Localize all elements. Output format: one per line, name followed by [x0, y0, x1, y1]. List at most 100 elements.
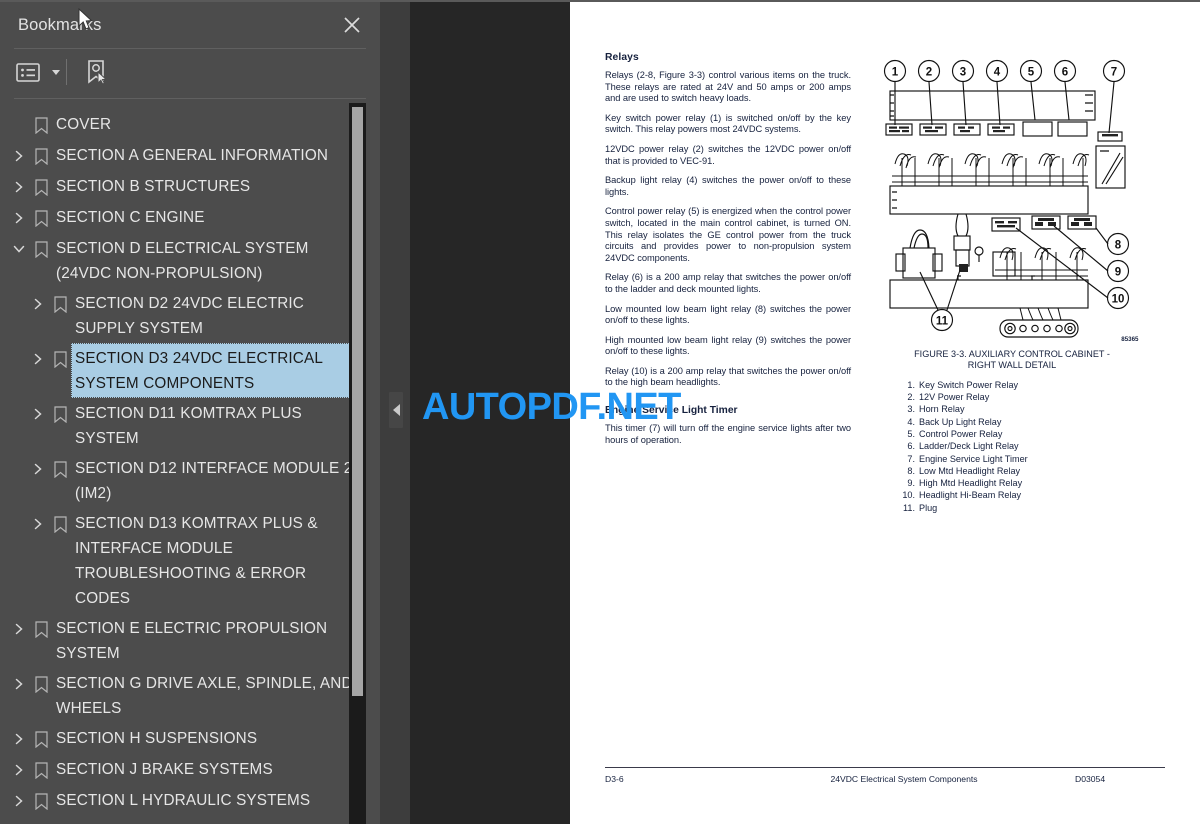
legend-label: Headlight Hi-Beam Relay — [919, 490, 1022, 501]
legend-label: 12V Power Relay — [919, 392, 990, 403]
svg-text:5: 5 — [1027, 67, 1034, 79]
body-paragraph: 12VDC power relay (2) switches the 12VDC… — [605, 143, 851, 166]
legend-number: 9. — [907, 478, 915, 489]
bookmarks-scrollbar[interactable] — [349, 103, 366, 824]
bookmark-item[interactable]: SECTION D3 24VDC ELECTRICAL SYSTEM COMPO… — [0, 343, 366, 398]
legend-number: 11. — [903, 502, 915, 513]
legend-item: 5. Control Power Relay — [898, 428, 1162, 440]
bookmarks-tree[interactable]: COVER SECTION A GENERAL INFORMATION SECTIO… — [0, 103, 366, 824]
figure-caption-line1: FIGURE 3-3. AUXILIARY CONTROL CABINET - — [914, 349, 1110, 359]
relays-paragraphs: Relays (2-8, Figure 3-3) control various… — [605, 70, 851, 389]
bookmark-item[interactable]: SECTION A GENERAL INFORMATION — [0, 140, 366, 171]
legend-label: Plug — [919, 502, 938, 513]
toolbar-divider — [66, 59, 67, 85]
figure-caption: FIGURE 3-3. AUXILIARY CONTROL CABINET - … — [862, 349, 1162, 372]
bookmarks-scrollbar-thumb[interactable] — [352, 107, 363, 696]
bookmark-icon — [30, 669, 52, 699]
bookmark-label: SECTION A GENERAL INFORMATION — [56, 147, 329, 164]
bookmark-icon — [49, 344, 71, 374]
chevron-right-icon[interactable] — [8, 786, 30, 816]
bookmark-item[interactable]: SECTION M OPTIONS AND SPECIAL TOOLS — [0, 816, 366, 824]
svg-text:4: 4 — [993, 67, 1000, 79]
bookmark-label: SECTION E ELECTRIC PROPULSION SYSTEM — [56, 620, 328, 662]
chevron-right-icon[interactable] — [27, 509, 49, 539]
toolbar-bottom-divider — [14, 98, 368, 99]
legend-number: 5. — [907, 429, 915, 439]
legend-item: 4. Back Up Light Relay — [898, 416, 1162, 428]
panel-title: Bookmarks — [18, 15, 102, 34]
bookmark-icon — [49, 289, 71, 319]
new-bookmark-icon[interactable] — [79, 56, 113, 88]
chevron-right-icon[interactable] — [8, 755, 30, 785]
bookmark-label: COVER — [56, 116, 112, 133]
chevron-right-icon[interactable] — [8, 172, 30, 202]
chevron-right-icon[interactable] — [8, 724, 30, 754]
bookmark-item[interactable]: SECTION D2 24VDC ELECTRIC SUPPLY SYSTEM — [0, 288, 366, 343]
legend-item: 6. Ladder/Deck Light Relay — [898, 440, 1162, 452]
legend-number: 3. — [907, 404, 915, 415]
chevron-right-icon[interactable] — [27, 399, 49, 429]
svg-text:2: 2 — [925, 67, 931, 79]
bookmark-label: SECTION B STRUCTURES — [56, 178, 251, 195]
legend-item: 9. High Mtd Headlight Relay — [898, 477, 1162, 489]
triangle-left-icon — [392, 404, 400, 416]
bookmark-icon — [49, 399, 71, 429]
chevron-right-icon[interactable] — [8, 817, 30, 824]
svg-text:1: 1 — [891, 67, 898, 79]
bookmark-icon — [30, 724, 52, 754]
chevron-right-icon[interactable] — [8, 203, 30, 233]
legend-label: Horn Relay — [919, 404, 965, 415]
bookmark-item[interactable]: SECTION L HYDRAULIC SYSTEMS — [0, 785, 366, 816]
legend-number: 6. — [907, 441, 915, 452]
bookmark-label: SECTION D11 KOMTRAX PLUS SYSTEM — [75, 405, 302, 447]
bookmarks-panel: Bookmarks COVER SECTION A GENERAL INFORM… — [0, 0, 380, 824]
chevron-right-icon[interactable] — [8, 614, 30, 644]
bookmark-item[interactable]: SECTION D11 KOMTRAX PLUS SYSTEM — [0, 398, 366, 453]
legend-label: Back Up Light Relay — [919, 416, 1002, 427]
bookmark-item[interactable]: SECTION G DRIVE AXLE, SPINDLE, AND WHEEL… — [0, 668, 366, 723]
bookmark-item[interactable]: COVER — [0, 109, 366, 140]
bookmark-icon — [30, 234, 52, 264]
list-options-icon[interactable] — [14, 56, 62, 88]
bookmark-icon — [30, 614, 52, 644]
section-heading-relays: Relays — [605, 52, 639, 63]
footer-page-number: D3-6 — [605, 774, 624, 784]
page-footer: D3-6 24VDC Electrical System Components … — [605, 774, 1165, 784]
chevron-right-icon[interactable] — [27, 289, 49, 319]
chevron-down-icon[interactable] — [8, 234, 30, 264]
chevron-right-icon[interactable] — [27, 344, 49, 374]
bookmark-item[interactable]: SECTION D ELECTRICAL SYSTEM (24VDC NON-P… — [0, 233, 366, 288]
chevron-right-icon[interactable] — [8, 141, 30, 171]
bookmark-item[interactable]: SECTION H SUSPENSIONS — [0, 723, 366, 754]
legend-item: 3. Horn Relay — [898, 403, 1162, 415]
bookmark-item[interactable]: SECTION B STRUCTURES — [0, 171, 366, 202]
sidebar-right-edge — [366, 2, 380, 824]
legend-label: Ladder/Deck Light Relay — [919, 441, 1019, 452]
bookmark-item[interactable]: SECTION C ENGINE — [0, 202, 366, 233]
legend-number: 1. — [907, 379, 915, 390]
body-paragraph: Backup light relay (4) switches the powe… — [605, 175, 851, 197]
svg-text:8: 8 — [1114, 240, 1121, 252]
legend-number: 4. — [907, 416, 915, 427]
collapse-sidebar-button[interactable] — [389, 392, 403, 428]
bookmark-item[interactable]: SECTION D13 KOMTRAX PLUS & INTERFACE MOD… — [0, 508, 366, 613]
drawing-id: 85365 — [1121, 336, 1139, 343]
bookmark-icon — [30, 817, 52, 824]
bookmark-item[interactable]: SECTION E ELECTRIC PROPULSION SYSTEM — [0, 613, 366, 668]
bookmark-item[interactable]: SECTION D12 INTERFACE MODULE 2 (IM2) — [0, 453, 366, 508]
body-paragraph: Key switch power relay (1) is switched o… — [605, 112, 851, 135]
close-icon[interactable] — [340, 13, 364, 37]
bookmark-icon — [30, 172, 52, 202]
chevron-right-icon[interactable] — [27, 454, 49, 484]
legend-number: 10. — [902, 490, 915, 501]
bookmarks-panel-header: Bookmarks — [0, 2, 380, 48]
chevron-down-icon[interactable] — [52, 69, 60, 75]
chevron-right-icon[interactable] — [8, 669, 30, 699]
legend-item: 7. Engine Service Light Timer — [898, 453, 1162, 465]
legend-label: Key Switch Power Relay — [919, 379, 1019, 390]
legend-label: Engine Service Light Timer — [919, 453, 1028, 464]
bookmark-item[interactable]: SECTION J BRAKE SYSTEMS — [0, 754, 366, 785]
bookmark-label: SECTION D13 KOMTRAX PLUS & INTERFACE MOD… — [75, 515, 318, 607]
bookmark-label: SECTION M OPTIONS AND SPECIAL TOOLS — [52, 816, 360, 824]
bookmark-icon — [49, 454, 71, 484]
